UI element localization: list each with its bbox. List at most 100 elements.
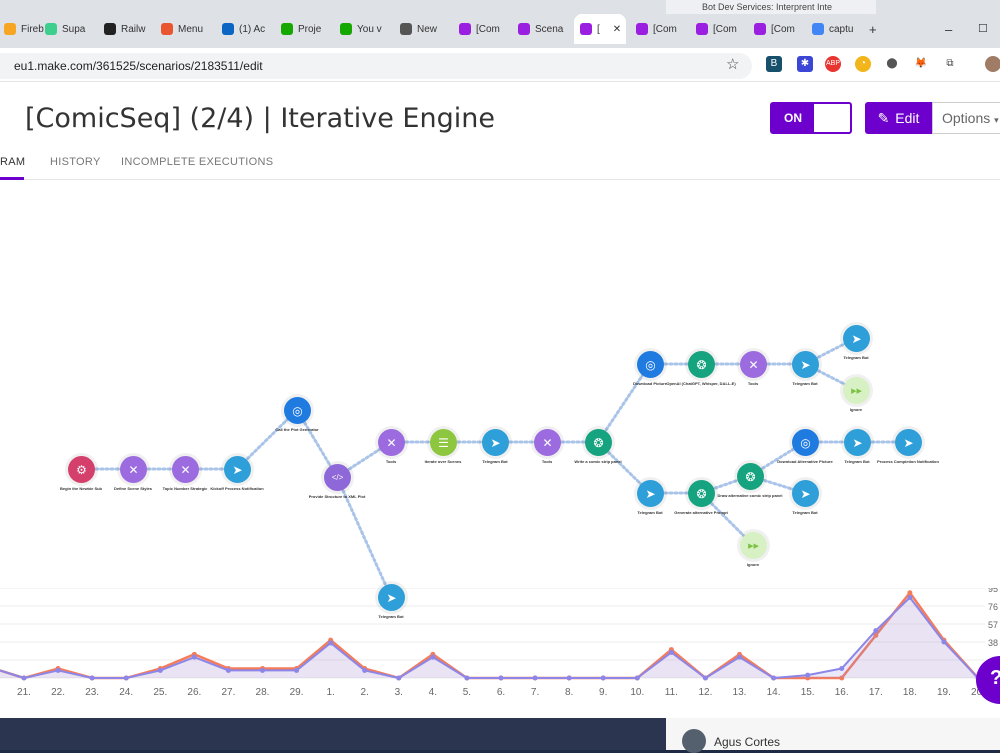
module-gpt4[interactable]: ❂ (737, 463, 764, 490)
module-http3[interactable]: ◎ (792, 429, 819, 456)
module-tools2[interactable]: ✕ (172, 456, 199, 483)
data-point[interactable] (771, 675, 777, 681)
data-point[interactable] (941, 639, 947, 645)
module-gpt2[interactable]: ❂ (688, 351, 715, 378)
data-point[interactable] (328, 640, 334, 646)
tab-favicon-icon (222, 23, 234, 35)
browser-tab[interactable]: Proje (281, 14, 336, 44)
module-http1[interactable]: ◎ (284, 397, 311, 424)
skip-icon: ▶▶ (851, 387, 862, 395)
browser-tab[interactable]: [✕ (574, 14, 626, 44)
tab-label: Supa (62, 23, 86, 35)
data-point[interactable] (260, 667, 265, 673)
browser-tab[interactable]: Supa (45, 14, 100, 44)
module-tools3[interactable]: ✕ (378, 429, 405, 456)
browser-tab[interactable]: Fireb (4, 14, 44, 44)
puzzle-icon[interactable]: ⧉ (942, 56, 958, 72)
options-button[interactable]: Options ▾ (932, 102, 1000, 134)
data-point[interactable] (157, 667, 163, 673)
data-point[interactable] (191, 654, 197, 660)
scenario-canvas[interactable]: 21. 22. 23. 24. 25. 26. 27. 28. 29. 1. 2. 3. 4. 5. 6. 7… (0, 180, 1000, 718)
data-point[interactable] (566, 675, 572, 681)
scenario-on-toggle[interactable]: ON (770, 102, 852, 134)
browser-tab[interactable]: [Com (754, 14, 808, 44)
browser-tab[interactable]: (1) Ac (222, 14, 277, 44)
metamask-icon[interactable]: 🦊 (913, 56, 929, 72)
minimize-button[interactable]: – (945, 22, 952, 37)
tab-favicon-icon (580, 23, 592, 35)
module-label: Write a comic strip panel (574, 459, 622, 464)
module-tg4[interactable]: ➤ (843, 325, 870, 352)
bookmark-star-icon[interactable]: ☆ (726, 55, 739, 73)
module-tg1[interactable]: ➤ (224, 456, 251, 483)
module-gpt1[interactable]: ❂ (585, 429, 612, 456)
module-tg3[interactable]: ➤ (792, 351, 819, 378)
data-point[interactable] (498, 675, 504, 681)
browser-tab[interactable]: Scena (518, 14, 570, 44)
data-point[interactable] (89, 675, 95, 681)
module-ignore2[interactable]: ▶▶ (740, 532, 767, 559)
module-tools4[interactable]: ✕ (534, 429, 561, 456)
browser-tab[interactable]: [Com (696, 14, 750, 44)
module-tg8[interactable]: ➤ (792, 480, 819, 507)
browser-tab[interactable]: [Com (459, 14, 514, 44)
data-point[interactable] (532, 675, 538, 681)
data-point[interactable] (225, 667, 231, 673)
tab-label: (1) Ac (239, 23, 266, 35)
data-point[interactable] (21, 675, 27, 681)
profile-avatar[interactable] (985, 56, 1000, 72)
module-tools5[interactable]: ✕ (740, 351, 767, 378)
data-point[interactable] (634, 675, 640, 681)
browser-tab[interactable]: Menu (161, 14, 218, 44)
skip-icon: ▶▶ (748, 542, 759, 550)
data-point[interactable] (805, 672, 811, 678)
module-tools1[interactable]: ✕ (120, 456, 147, 483)
data-point[interactable] (702, 675, 708, 681)
background-window-tab[interactable]: Bot Dev Services: Interprent Inte (666, 0, 876, 14)
module-xml[interactable]: </> (324, 464, 351, 491)
tab-diagram[interactable]: RAM (0, 156, 25, 168)
data-point[interactable] (737, 654, 742, 660)
data-point[interactable] (600, 675, 606, 681)
url-input[interactable]: eu1.make.com/361525/scenarios/2183511/ed… (0, 53, 752, 79)
module-gpt3[interactable]: ❂ (688, 480, 715, 507)
extension-icon-2[interactable]: ✱ (797, 56, 813, 72)
code-icon: </> (331, 473, 344, 482)
adblock-icon[interactable]: ABP (825, 56, 841, 72)
data-point[interactable] (294, 667, 300, 673)
data-point[interactable] (907, 594, 913, 600)
data-point[interactable] (464, 675, 470, 681)
edit-button[interactable]: ✎ Edit (865, 102, 932, 134)
new-tab-button[interactable]: + (869, 22, 877, 37)
browser-tab[interactable]: [Com (636, 14, 692, 44)
data-point[interactable] (839, 666, 845, 672)
browser-tab[interactable]: You v (340, 14, 396, 44)
data-point[interactable] (55, 667, 61, 673)
module-ignore1[interactable]: ▶▶ (843, 377, 870, 404)
data-point[interactable] (668, 649, 674, 655)
tab-history[interactable]: HISTORY (50, 156, 101, 168)
module-tg2[interactable]: ➤ (482, 429, 509, 456)
browser-tab[interactable]: Railw (104, 14, 158, 44)
module-tg7[interactable]: ➤ (895, 429, 922, 456)
module-http2[interactable]: ◎ (637, 351, 664, 378)
camera-icon[interactable]: ⬤ (884, 56, 900, 72)
module-webhook[interactable]: ⚙ (68, 456, 95, 483)
data-point[interactable] (430, 654, 436, 660)
browser-tab[interactable]: New (400, 14, 455, 44)
tab-incomplete-executions[interactable]: INCOMPLETE EXECUTIONS (121, 156, 273, 168)
extension-icon-4[interactable]: ◔ (855, 56, 871, 72)
module-tg6[interactable]: ➤ (844, 429, 871, 456)
extension-icon-1[interactable]: B (766, 56, 782, 72)
data-point[interactable] (907, 590, 913, 596)
browser-tab[interactable]: captu (812, 14, 862, 44)
module-tg5[interactable]: ➤ (637, 480, 664, 507)
module-tg_down[interactable]: ➤ (378, 584, 405, 611)
maximize-button[interactable]: ☐ (978, 22, 988, 35)
data-point[interactable] (362, 667, 368, 673)
close-tab-icon[interactable]: ✕ (613, 24, 621, 35)
data-point[interactable] (123, 675, 129, 681)
data-point[interactable] (873, 628, 879, 634)
module-iter[interactable]: ☰ (430, 429, 457, 456)
data-point[interactable] (396, 675, 402, 681)
